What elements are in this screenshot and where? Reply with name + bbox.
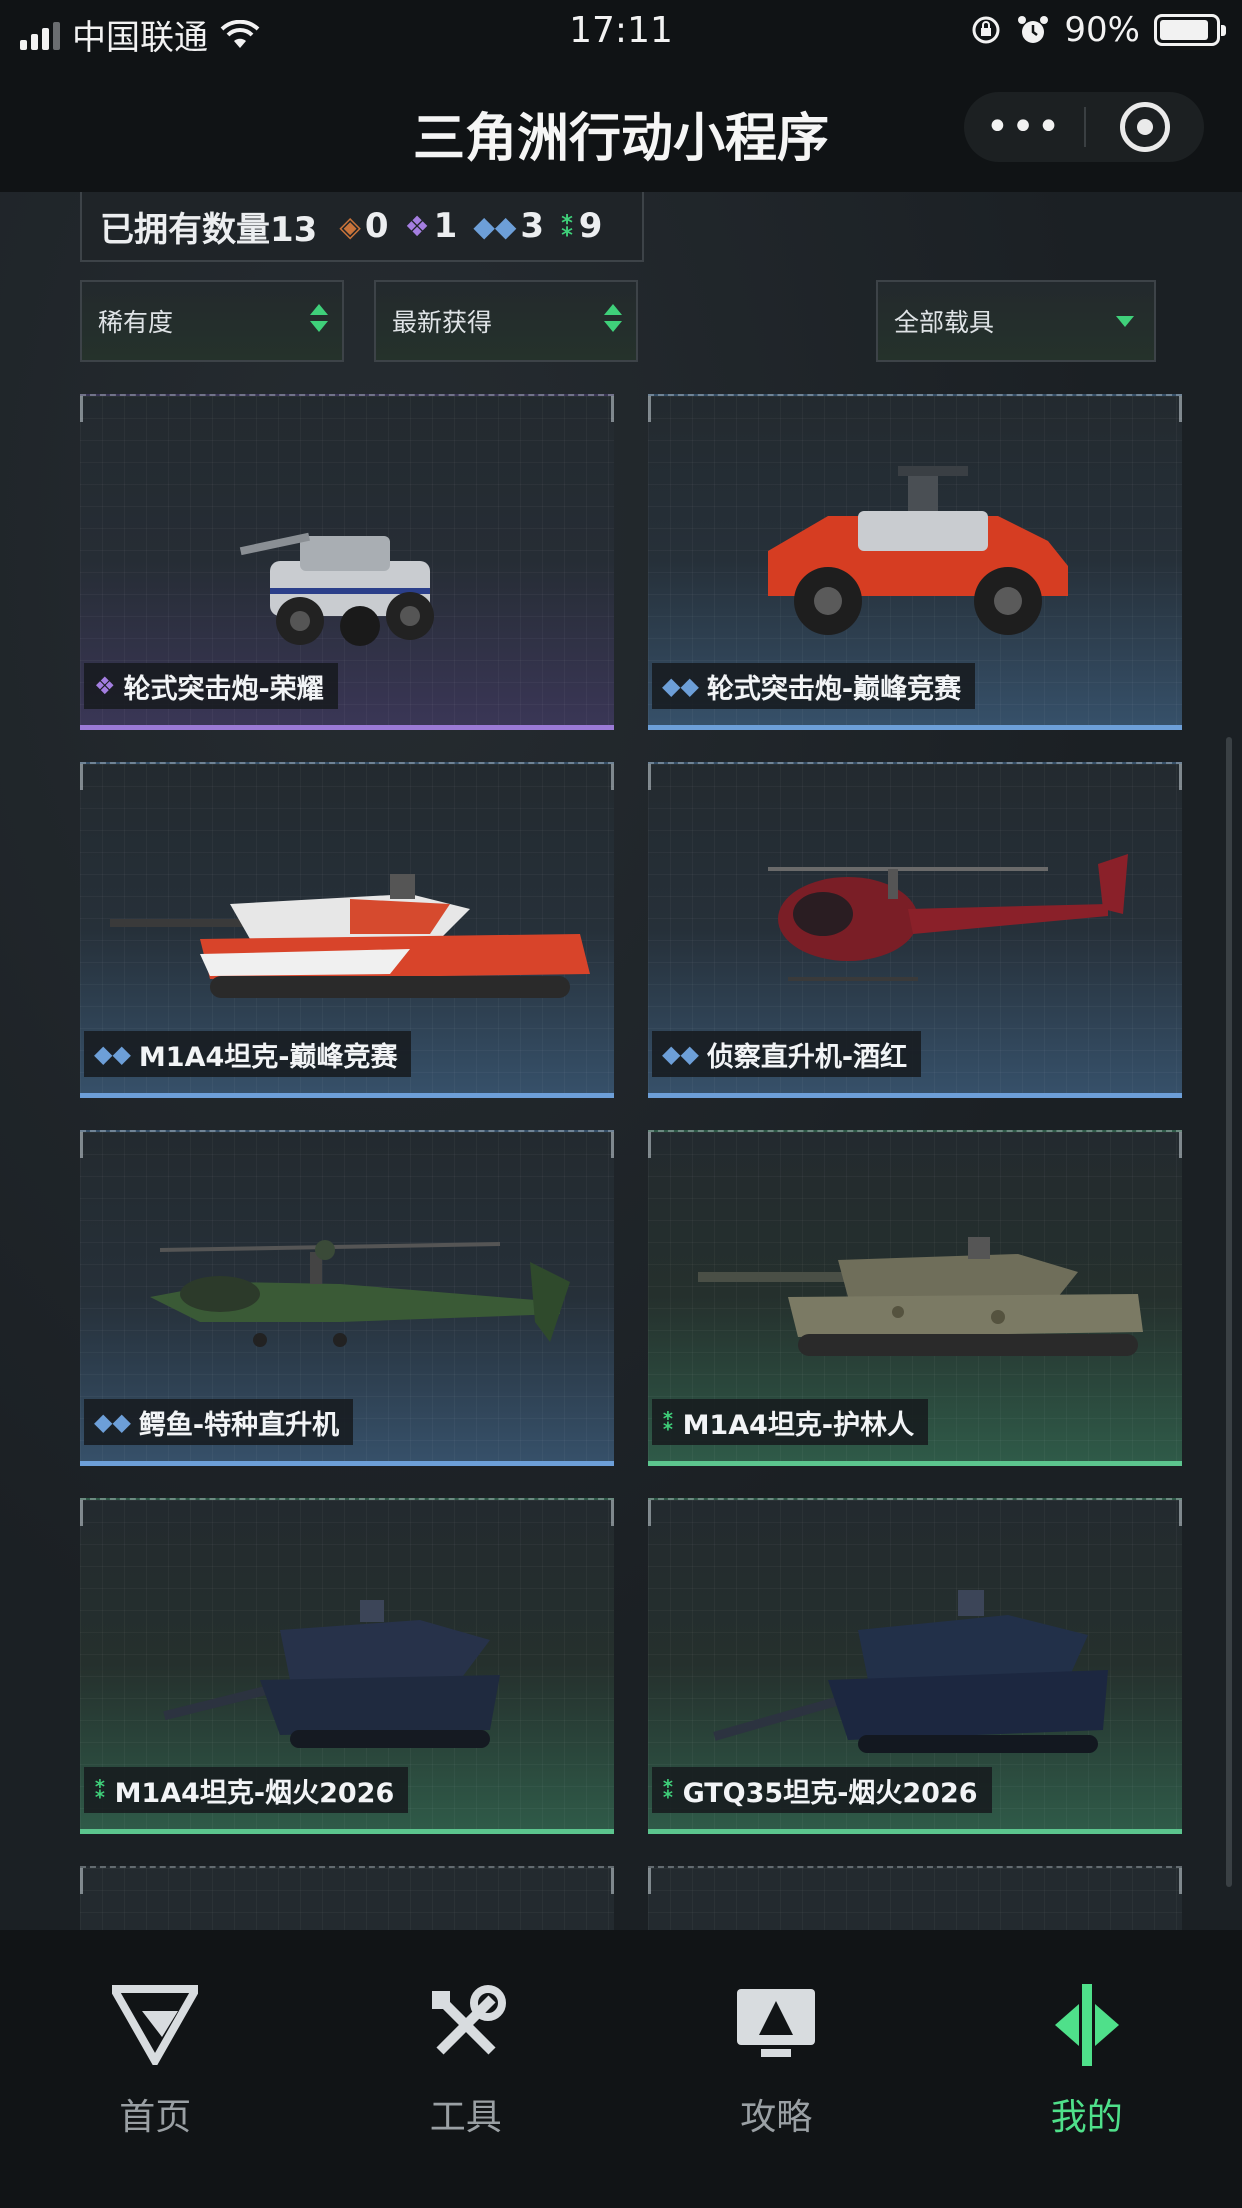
sort-arrows-icon [310, 304, 328, 332]
attack-helicopter-image [150, 1240, 570, 1347]
vehicle-name-tag: ◆◆ M1A4坦克-巅峰竞赛 [84, 1031, 412, 1077]
green-diamond-icon: ⁑ [662, 1408, 675, 1436]
miniprogram-capsule: ••• [964, 92, 1204, 162]
rarity-blue-count: ◆◆ 3 [473, 206, 545, 246]
nav-home[interactable]: 首页 [0, 1930, 311, 2208]
wheeled-assault-gun-image [768, 466, 1068, 635]
vehicle-name: GTQ35坦克-烟火2026 [682, 1777, 978, 1809]
vehicle-card[interactable]: ◆◆ 轮式突击炮-巅峰竞赛 [648, 394, 1182, 730]
orientation-lock-icon [972, 16, 1000, 44]
owned-count: 已拥有数量13 [100, 209, 318, 250]
acquired-filter-label: 最新获得 [392, 308, 493, 337]
nav-label: 攻略 [740, 2097, 813, 2138]
vehicle-name: 轮式突击炮-巅峰竞赛 [706, 673, 962, 705]
vehicle-type-dropdown[interactable]: 全部载具 [876, 280, 1156, 362]
title-bar: 三角洲行动小程序 ••• [0, 62, 1242, 192]
m1a4-tank-image [163, 1600, 500, 1748]
vehicle-name-tag: ◆◆ 侦察直升机-酒红 [652, 1031, 922, 1077]
purple-diamond-icon: ❖ [404, 209, 430, 243]
rarity-filter-label: 稀有度 [98, 308, 174, 337]
purple-diamond-icon: ❖ [94, 672, 116, 700]
wrench-screwdriver-icon [421, 1980, 511, 2070]
nav-tools[interactable]: 工具 [311, 1930, 622, 2208]
owned-summary: 已拥有数量13 ◈ 0 ❖ 1 ◆◆ 3 ⁑ 9 [80, 192, 644, 262]
vehicle-collection[interactable]: 已拥有数量13 ◈ 0 ❖ 1 ◆◆ 3 ⁑ 9 稀有度 最新获得 全部载具 ❖… [0, 192, 1242, 1930]
battery-icon [1154, 14, 1226, 46]
orange-diamond-icon: ◈ [339, 209, 361, 243]
nav-guide[interactable]: 攻略 [621, 1930, 932, 2208]
vehicle-card-partial[interactable] [648, 1866, 1182, 1930]
blue-diamond-icon: ◆◆ [662, 672, 699, 700]
rarity-orange-count: ◈ 0 [339, 206, 389, 246]
status-bar: 中国联通 17:11 90% [0, 0, 1242, 62]
vehicle-name-tag: ❖ 轮式突击炮-荣耀 [84, 663, 338, 709]
vehicle-name: 鳄鱼-特种直升机 [138, 1409, 340, 1441]
vehicle-name: M1A4坦克-巅峰竞赛 [138, 1041, 398, 1073]
vehicle-card[interactable]: ⁑ GTQ35坦克-烟火2026 [648, 1498, 1182, 1834]
nav-label: 首页 [119, 2097, 192, 2138]
sort-arrows-icon [604, 304, 622, 332]
vehicle-name: 轮式突击炮-荣耀 [123, 673, 324, 705]
delta-logo-icon [110, 1980, 200, 2070]
profile-emblem-icon [1042, 1980, 1132, 2070]
vehicle-name-tag: ◆◆ 鳄鱼-特种直升机 [84, 1399, 354, 1445]
vehicle-name-tag: ◆◆ 轮式突击炮-巅峰竞赛 [652, 663, 976, 709]
vehicle-name-tag: ⁑ M1A4坦克-护林人 [652, 1399, 929, 1445]
target-icon [1120, 102, 1170, 152]
monitor-guide-icon [731, 1980, 821, 2070]
vehicle-type-label: 全部载具 [894, 308, 995, 337]
blue-diamond-icon: ◆◆ [94, 1408, 131, 1436]
close-miniprogram-button[interactable] [1086, 102, 1204, 152]
scout-helicopter-image [768, 854, 1128, 981]
vehicle-name-tag: ⁑ GTQ35坦克-烟火2026 [652, 1767, 992, 1813]
vehicle-card[interactable]: ⁑ M1A4坦克-烟火2026 [80, 1498, 614, 1834]
vehicle-card-partial[interactable] [80, 1866, 614, 1930]
rarity-purple-count: ❖ 1 [404, 206, 458, 246]
green-diamond-icon: ⁑ [662, 1776, 675, 1804]
vehicle-card[interactable]: ◆◆ 鳄鱼-特种直升机 [80, 1130, 614, 1466]
acquired-sort-filter[interactable]: 最新获得 [374, 280, 638, 362]
vehicle-card[interactable]: ❖ 轮式突击炮-荣耀 [80, 394, 614, 730]
vehicle-name: M1A4坦克-烟火2026 [114, 1777, 395, 1809]
chevron-down-icon [1116, 316, 1134, 327]
green-diamond-icon: ⁑ [560, 209, 575, 243]
vehicle-card[interactable]: ◆◆ 侦察直升机-酒红 [648, 762, 1182, 1098]
battery-percent: 90% [1064, 10, 1140, 50]
vehicle-name: 侦察直升机-酒红 [706, 1041, 908, 1073]
nav-mine[interactable]: 我的 [932, 1930, 1242, 2208]
rarity-sort-filter[interactable]: 稀有度 [80, 280, 344, 362]
blue-diamond-icon: ◆◆ [662, 1040, 699, 1068]
alarm-icon [1018, 16, 1049, 43]
vehicle-card[interactable]: ⁑ M1A4坦克-护林人 [648, 1130, 1182, 1466]
m1a4-tank-image [698, 1237, 1143, 1356]
wheeled-assault-gun-image [239, 532, 434, 646]
vehicle-name-tag: ⁑ M1A4坦克-烟火2026 [84, 1767, 409, 1813]
scrollbar[interactable] [1226, 737, 1232, 1887]
rarity-green-count: ⁑ 9 [560, 206, 603, 246]
status-right: 90% [970, 10, 1226, 50]
gtq35-tank-image [713, 1590, 1108, 1753]
blue-diamond-icon: ◆◆ [94, 1040, 131, 1068]
nav-label: 工具 [429, 2097, 502, 2138]
bottom-nav: 首页 工具 攻略 我的 [0, 1930, 1242, 2208]
more-button[interactable]: ••• [964, 104, 1084, 150]
nav-label: 我的 [1050, 2097, 1123, 2138]
blue-diamond-icon: ◆◆ [473, 209, 517, 243]
vehicle-card[interactable]: ◆◆ M1A4坦克-巅峰竞赛 [80, 762, 614, 1098]
vehicle-name: M1A4坦克-护林人 [682, 1409, 915, 1441]
green-diamond-icon: ⁑ [94, 1776, 107, 1804]
m1a4-tank-image [110, 874, 590, 998]
